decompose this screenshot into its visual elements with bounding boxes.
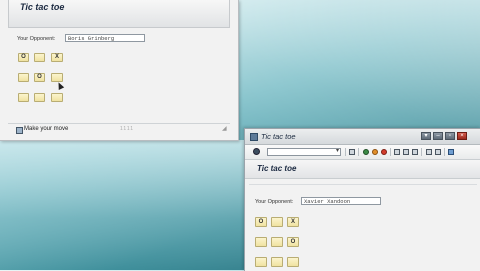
back-icon[interactable] [363, 149, 369, 155]
standard-toolbar: ▾ [245, 145, 480, 160]
status-message: Make your move [24, 126, 69, 132]
board-cell-1-1[interactable]: O [255, 217, 267, 227]
board-cell-2-2[interactable] [271, 237, 283, 247]
window-2-titlebar: Tic tac toe ▾ – ▫ × [245, 129, 480, 145]
resize-grip-icon[interactable]: ◢ [222, 125, 227, 132]
status-watermark: 1111 [120, 126, 135, 132]
command-dropdown-icon[interactable]: ▾ [336, 147, 339, 154]
board-cell-2-3[interactable]: O [287, 237, 299, 247]
maximize-button[interactable]: ▫ [445, 132, 455, 140]
print-icon[interactable] [394, 149, 400, 155]
help-icon[interactable] [448, 149, 454, 155]
board-cell-3-2[interactable] [34, 93, 45, 102]
window-2-header-title: Tic tac toe [257, 164, 297, 173]
window-2-title: Tic tac toe [261, 132, 296, 141]
app-icon [250, 133, 258, 141]
board-cell-3-3[interactable] [287, 257, 299, 267]
board-cell-1-1[interactable]: O [18, 53, 29, 62]
desktop-light-band [0, 140, 250, 270]
find-icon[interactable] [403, 149, 409, 155]
status-bar: Make your move 1111 ◢ [8, 123, 230, 136]
board-cell-2-2[interactable]: O [34, 73, 45, 82]
toolbar-separator [390, 148, 391, 156]
toolbar-separator [444, 148, 445, 156]
board-cell-1-2[interactable] [34, 53, 45, 62]
layout-icon[interactable] [435, 149, 441, 155]
close-button[interactable]: × [457, 132, 467, 140]
toolbar-separator [421, 148, 422, 156]
board-cell-1-3[interactable]: X [51, 53, 63, 62]
exit-icon[interactable] [372, 149, 378, 155]
board-cell-3-3[interactable] [51, 93, 63, 102]
save-icon[interactable] [349, 149, 355, 155]
board-cell-3-1[interactable] [255, 257, 267, 267]
window-1-header: Tic tac toe [8, 0, 230, 28]
opponent-label: Your Opponent: [17, 36, 56, 42]
find-next-icon[interactable] [412, 149, 418, 155]
new-session-icon[interactable] [426, 149, 432, 155]
board-cell-1-3[interactable]: X [287, 217, 299, 227]
tictactoe-window-1: Tic tac toe Your Opponent: Boris Grinber… [0, 0, 239, 141]
board-cell-3-1[interactable] [18, 93, 29, 102]
tictactoe-window-2: Tic tac toe ▾ – ▫ × ▾ Tic tac toe Your O… [244, 128, 480, 271]
cancel-icon[interactable] [381, 149, 387, 155]
window-2-body: Your Opponent: Xavier Xandoon O X O [245, 179, 480, 271]
board-cell-3-2[interactable] [271, 257, 283, 267]
toolbar-separator [345, 148, 346, 156]
toolbar-separator [358, 148, 359, 156]
window-1-title: Tic tac toe [20, 2, 65, 12]
window-menu-button[interactable]: ▾ [421, 132, 431, 140]
check-icon[interactable] [253, 148, 260, 155]
opponent-label: Your Opponent: [255, 199, 294, 205]
board-cell-2-1[interactable] [18, 73, 29, 82]
command-field[interactable]: ▾ [267, 148, 341, 156]
status-message-icon [16, 127, 23, 134]
board-cell-1-2[interactable] [271, 217, 283, 227]
opponent-field[interactable]: Boris Grinberg [65, 34, 145, 42]
opponent-field[interactable]: Xavier Xandoon [301, 197, 381, 205]
window-1-body: Your Opponent: Boris Grinberg O X O [8, 28, 230, 118]
minimize-button[interactable]: – [433, 132, 443, 140]
window-2-header: Tic tac toe [245, 160, 480, 179]
board-cell-2-1[interactable] [255, 237, 267, 247]
body-divider [249, 184, 477, 185]
